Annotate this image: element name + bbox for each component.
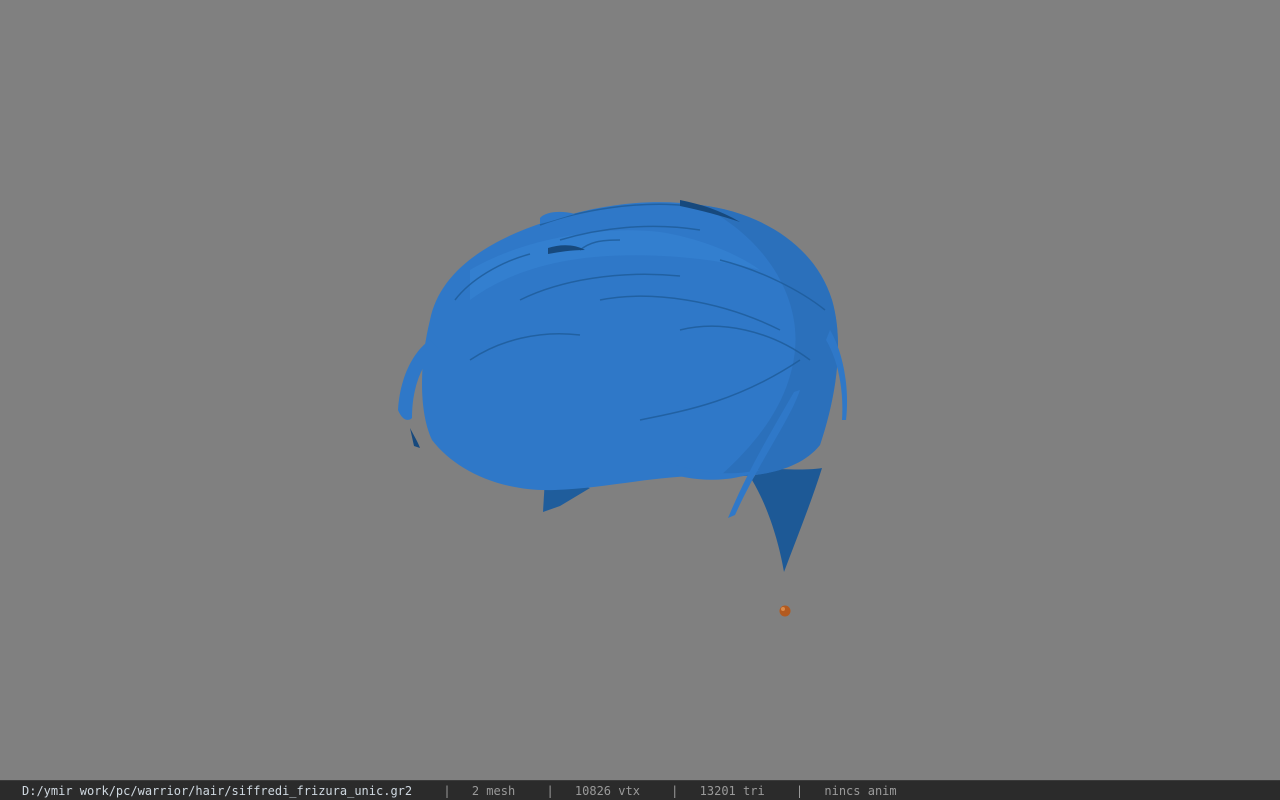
pivot-marker-highlight bbox=[781, 607, 785, 611]
vertex-count: 10826 vtx bbox=[574, 784, 640, 798]
status-bar: D:/ymir work/pc/warrior/hair/siffredi_fr… bbox=[0, 780, 1280, 800]
animation-status: nincs anim bbox=[824, 784, 897, 798]
3d-viewport[interactable] bbox=[0, 0, 1280, 780]
file-path: D:/ymir work/pc/warrior/hair/siffredi_fr… bbox=[22, 784, 413, 798]
mesh-count: 2 mesh bbox=[471, 784, 516, 798]
separator: | bbox=[671, 784, 679, 798]
hair-tail-strand bbox=[752, 468, 822, 572]
separator: | bbox=[443, 784, 451, 798]
triangle-count: 13201 tri bbox=[699, 784, 765, 798]
separator: | bbox=[795, 784, 804, 798]
separator: | bbox=[546, 784, 554, 798]
pivot-marker[interactable] bbox=[779, 605, 791, 617]
model-render[interactable] bbox=[0, 0, 1280, 780]
